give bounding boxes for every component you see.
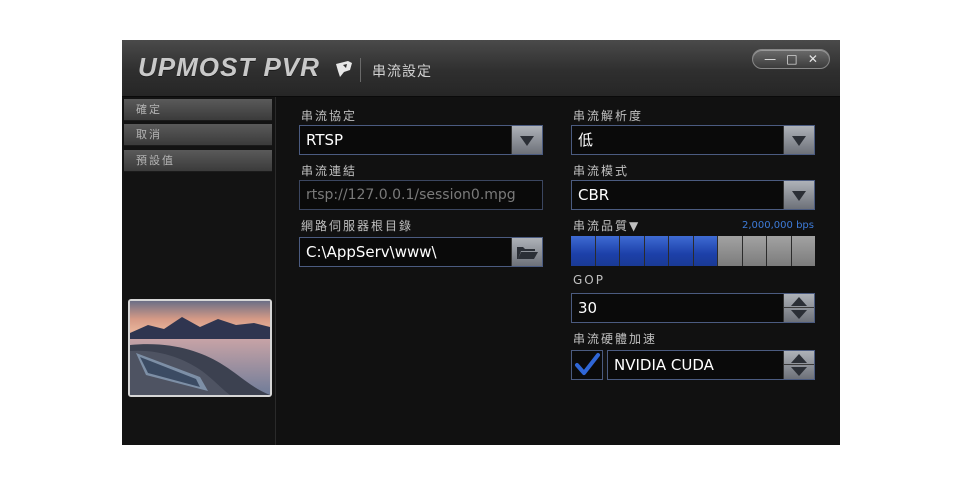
confirm-button[interactable]: 確定	[124, 99, 272, 121]
gop-value: 30	[578, 299, 598, 317]
quality-segment[interactable]	[718, 236, 742, 266]
arrow-up-icon[interactable]	[791, 354, 807, 363]
hw-accel-dropdown[interactable]: NVIDIA CUDA	[607, 350, 815, 380]
brand-logo-text: UPMOST PVR	[138, 52, 320, 82]
chevron-down-icon[interactable]	[783, 181, 814, 209]
window-title: 串流設定	[372, 64, 432, 80]
stepper-divider	[784, 307, 814, 308]
folder-open-icon[interactable]	[511, 238, 542, 266]
protocol-value: RTSP	[306, 131, 344, 149]
quality-segment[interactable]	[644, 236, 668, 266]
resolution-value: 低	[578, 131, 594, 149]
quality-segment[interactable]	[767, 236, 791, 266]
quality-bps: 2,000,000 bps	[742, 220, 814, 231]
window-controls: — □ ✕	[752, 49, 830, 69]
quality-segment[interactable]	[791, 236, 815, 266]
protocol-dropdown[interactable]: RTSP	[299, 125, 543, 155]
root-dir-field[interactable]: C:\AppServ\www\	[299, 237, 543, 267]
resolution-label: 串流解析度	[573, 109, 644, 123]
mode-dropdown[interactable]: CBR	[571, 180, 815, 210]
arrow-down-icon[interactable]	[791, 310, 807, 319]
maximize-icon[interactable]: □	[786, 53, 797, 65]
defaults-button[interactable]: 預設值	[124, 150, 272, 172]
cancel-button[interactable]: 取消	[124, 124, 272, 146]
stream-link-field[interactable]: rtsp://127.0.0.1/session0.mpg	[299, 180, 543, 210]
hw-accel-stepper[interactable]	[783, 351, 814, 379]
chevron-down-icon[interactable]	[511, 126, 542, 154]
checkmark-icon	[575, 353, 600, 375]
hw-accel-label: 串流硬體加速	[573, 332, 658, 346]
title-bar[interactable]: UPMOST PVR 串流設定 — □ ✕	[122, 40, 840, 97]
quality-segment[interactable]	[742, 236, 766, 266]
gop-input[interactable]: 30	[571, 293, 815, 323]
quality-slider[interactable]	[571, 236, 815, 266]
hw-accel-value: NVIDIA CUDA	[614, 356, 714, 374]
title-separator	[360, 58, 361, 82]
link-label: 串流連結	[301, 164, 358, 178]
stream-settings-window: UPMOST PVR 串流設定 — □ ✕ 確定 取消 預設值 串流協定 RTS…	[122, 40, 840, 445]
protocol-label: 串流協定	[301, 109, 358, 123]
quality-segment[interactable]	[620, 236, 644, 266]
mode-label: 串流模式	[573, 164, 630, 178]
preview-thumbnail	[128, 299, 272, 397]
quality-label[interactable]: 串流品質▼	[573, 217, 640, 234]
sidebar: 確定 取消 預設值	[122, 97, 276, 445]
root-dir-label: 網路伺服器根目錄	[301, 219, 414, 233]
hw-accel-checkbox[interactable]	[571, 350, 603, 380]
gop-stepper[interactable]	[783, 294, 814, 322]
brand-icon	[336, 61, 352, 77]
quality-segment[interactable]	[595, 236, 619, 266]
stream-link-value: rtsp://127.0.0.1/session0.mpg	[306, 187, 516, 203]
arrow-up-icon[interactable]	[791, 297, 807, 306]
minimize-icon[interactable]: —	[764, 53, 776, 65]
chevron-down-icon[interactable]	[783, 126, 814, 154]
root-dir-value: C:\AppServ\www\	[306, 243, 437, 261]
resolution-dropdown[interactable]: 低	[571, 125, 815, 155]
quality-segment[interactable]	[669, 236, 693, 266]
arrow-down-icon[interactable]	[791, 367, 807, 376]
close-icon[interactable]: ✕	[808, 53, 818, 65]
mode-value: CBR	[578, 186, 610, 204]
gop-label: GOP	[573, 273, 605, 287]
lake-boat-image	[130, 301, 270, 395]
stepper-divider	[784, 364, 814, 365]
quality-segment[interactable]	[693, 236, 717, 266]
quality-segment[interactable]	[571, 236, 595, 266]
